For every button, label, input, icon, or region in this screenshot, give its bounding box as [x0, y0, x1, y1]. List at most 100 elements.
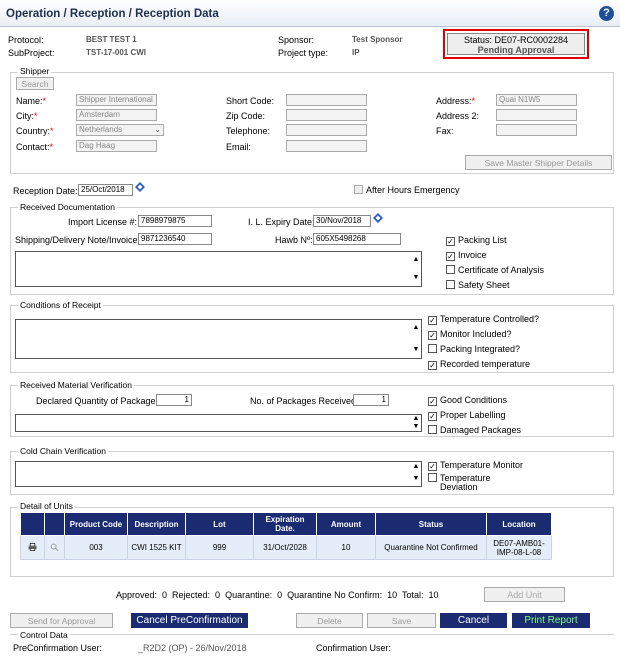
scrollbar[interactable]: ▲ ▼ — [411, 415, 421, 431]
scrollbar[interactable]: ▲ ▼ — [411, 252, 421, 286]
scrollbar[interactable]: ▲ ▼ — [411, 320, 421, 358]
documentation-legend: Received Documentation — [18, 202, 117, 212]
print-report-button[interactable]: Print Report — [512, 613, 590, 628]
control-divider — [10, 634, 614, 635]
status-text: Pending Approval — [477, 45, 555, 55]
temperature-controlled-label: Temperature Controlled? — [440, 314, 540, 324]
address-field[interactable]: Quai N1W5 — [496, 94, 577, 106]
status-badge: Status: DE07-RC0002284 Pending Approval — [447, 33, 585, 55]
good-conditions-check[interactable]: ✓ Good Conditions — [428, 395, 507, 406]
send-for-approval-button[interactable]: Send for Approval — [10, 613, 113, 628]
fax-field[interactable] — [496, 124, 577, 136]
temperature-monitor-check[interactable]: ✓ Temperature Monitor — [428, 460, 523, 471]
documentation-comments[interactable]: ▲ ▼ — [15, 251, 422, 287]
conditions-comments[interactable]: ▲ ▼ — [15, 319, 422, 359]
temperature-controlled-checkbox[interactable]: ✓ — [428, 316, 437, 325]
temperature-monitor-label: Temperature Monitor — [440, 460, 524, 470]
recorded-temperature-label: Recorded temperature — [440, 359, 531, 369]
zip-code-label: Zip Code: — [226, 111, 266, 121]
chevron-down-icon: ⌄ — [154, 125, 161, 134]
shipper-country-select[interactable]: Netherlands ⌄ — [76, 124, 164, 136]
location-line-2: IMP-08-L-08 — [496, 547, 542, 557]
certificate-checkbox[interactable] — [446, 265, 455, 274]
packing-integrated-checkbox[interactable] — [428, 344, 437, 353]
reception-date-field[interactable]: 25/Oct/2018 — [78, 184, 133, 196]
units-legend: Detail of Units — [18, 501, 75, 511]
damaged-packages-label: Damaged Packages — [440, 425, 522, 435]
magnifier-icon[interactable] — [50, 543, 59, 551]
il-expiry-label: I. L. Expiry Date: — [248, 217, 315, 227]
col-header-status: Status — [375, 512, 487, 536]
after-hours-emergency[interactable]: After Hours Emergency — [354, 185, 460, 195]
preconfirmation-user-value: _R2D2 (OP) - 26/Nov/2018 — [138, 643, 247, 653]
printer-icon[interactable] — [28, 542, 37, 551]
project-type-label: Project type: — [278, 48, 329, 58]
shipping-note-field[interactable]: 9871236540 — [138, 233, 212, 245]
hawb-field[interactable]: 605X5498268 — [313, 233, 401, 245]
shipping-note-label: Shipping/Delivery Note/Invoice: — [15, 235, 141, 245]
save-master-shipper-button[interactable]: Save Master Shipper Details — [465, 155, 612, 170]
amount-cell: 10 — [316, 535, 376, 560]
email-field[interactable] — [286, 140, 367, 152]
help-icon[interactable]: ? — [599, 6, 614, 21]
scrollbar[interactable]: ▲ ▼ — [411, 462, 421, 486]
calendar-icon[interactable] — [135, 182, 145, 192]
invoice-checkbox[interactable]: ✓ — [446, 252, 455, 261]
cancel-button[interactable]: Cancel — [440, 613, 507, 628]
shipper-city-field[interactable]: Amsterdam — [76, 109, 157, 121]
col-header-amount: Amount — [316, 512, 376, 536]
safety-sheet-check[interactable]: Safety Sheet — [446, 280, 510, 290]
short-code-field[interactable] — [286, 94, 367, 106]
good-conditions-checkbox[interactable]: ✓ — [428, 397, 437, 406]
telephone-field[interactable] — [286, 124, 367, 136]
col-header-location: Location — [486, 512, 552, 536]
safety-sheet-checkbox[interactable] — [446, 280, 455, 289]
shipper-contact-field[interactable]: Dag Haag — [76, 140, 157, 152]
col-header-product-code: Product Code — [64, 512, 128, 536]
recorded-temperature-checkbox[interactable]: ✓ — [428, 361, 437, 370]
delete-button[interactable]: Delete — [296, 613, 363, 628]
view-cell[interactable] — [44, 535, 65, 560]
monitor-included-checkbox[interactable]: ✓ — [428, 331, 437, 340]
proper-labelling-check[interactable]: ✓ Proper Labelling — [428, 410, 506, 421]
calendar-icon[interactable] — [373, 213, 383, 223]
add-unit-button[interactable]: Add Unit — [484, 587, 565, 602]
col-header-expiration: Expiration Date. — [253, 512, 317, 536]
il-expiry-field[interactable]: 30/Nov/2018 — [313, 215, 371, 227]
declared-quantity-label: Declared Quantity of Packages: — [36, 396, 163, 406]
shipper-name-field[interactable]: Shipper International — [76, 94, 157, 106]
damaged-packages-check[interactable]: Damaged Packages — [428, 425, 521, 435]
print-cell[interactable] — [20, 535, 45, 560]
subproject-label: SubProject: — [8, 48, 55, 58]
proper-labelling-checkbox[interactable]: ✓ — [428, 412, 437, 421]
temperature-controlled-check[interactable]: ✓ Temperature Controlled? — [428, 314, 539, 325]
col-header-description: Description — [127, 512, 186, 536]
col-header-print — [20, 512, 45, 536]
save-button[interactable]: Save — [367, 613, 436, 628]
monitor-included-check[interactable]: ✓ Monitor Included? — [428, 329, 512, 340]
temperature-monitor-checkbox[interactable]: ✓ — [428, 462, 437, 471]
table-row[interactable]: 003 CWI 1525 KIT 999 31/Oct/2028 10 Quar… — [20, 535, 552, 560]
packing-list-checkbox[interactable]: ✓ — [446, 237, 455, 246]
packages-received-field[interactable]: 1 — [353, 394, 389, 406]
damaged-packages-checkbox[interactable] — [428, 425, 437, 434]
invoice-label: Invoice — [458, 250, 487, 260]
declared-quantity-field[interactable]: 1 — [156, 394, 192, 406]
packing-integrated-check[interactable]: Packing Integrated? — [428, 344, 520, 354]
proper-labelling-label: Proper Labelling — [440, 410, 506, 420]
certificate-check[interactable]: Certificate of Analysis — [446, 265, 544, 275]
packing-list-check[interactable]: ✓ Packing List — [446, 235, 507, 246]
status-code: Status: DE07-RC0002284 — [463, 35, 569, 45]
recorded-temperature-check[interactable]: ✓ Recorded temperature — [428, 359, 530, 370]
material-comments[interactable]: ▲ ▼ — [15, 414, 422, 432]
temperature-deviation-checkbox[interactable] — [428, 473, 437, 482]
coldchain-comments[interactable]: ▲ ▼ — [15, 461, 422, 487]
protocol-label: Protocol: — [8, 35, 44, 45]
zip-code-field[interactable] — [286, 109, 367, 121]
cancel-preconfirmation-button[interactable]: Cancel PreConfirmation — [131, 613, 248, 628]
import-license-field[interactable]: 7898979875 — [138, 215, 212, 227]
shipper-search-button[interactable]: Search — [16, 77, 54, 90]
invoice-check[interactable]: ✓ Invoice — [446, 250, 487, 261]
after-hours-checkbox[interactable] — [354, 185, 363, 194]
address2-field[interactable] — [496, 109, 577, 121]
